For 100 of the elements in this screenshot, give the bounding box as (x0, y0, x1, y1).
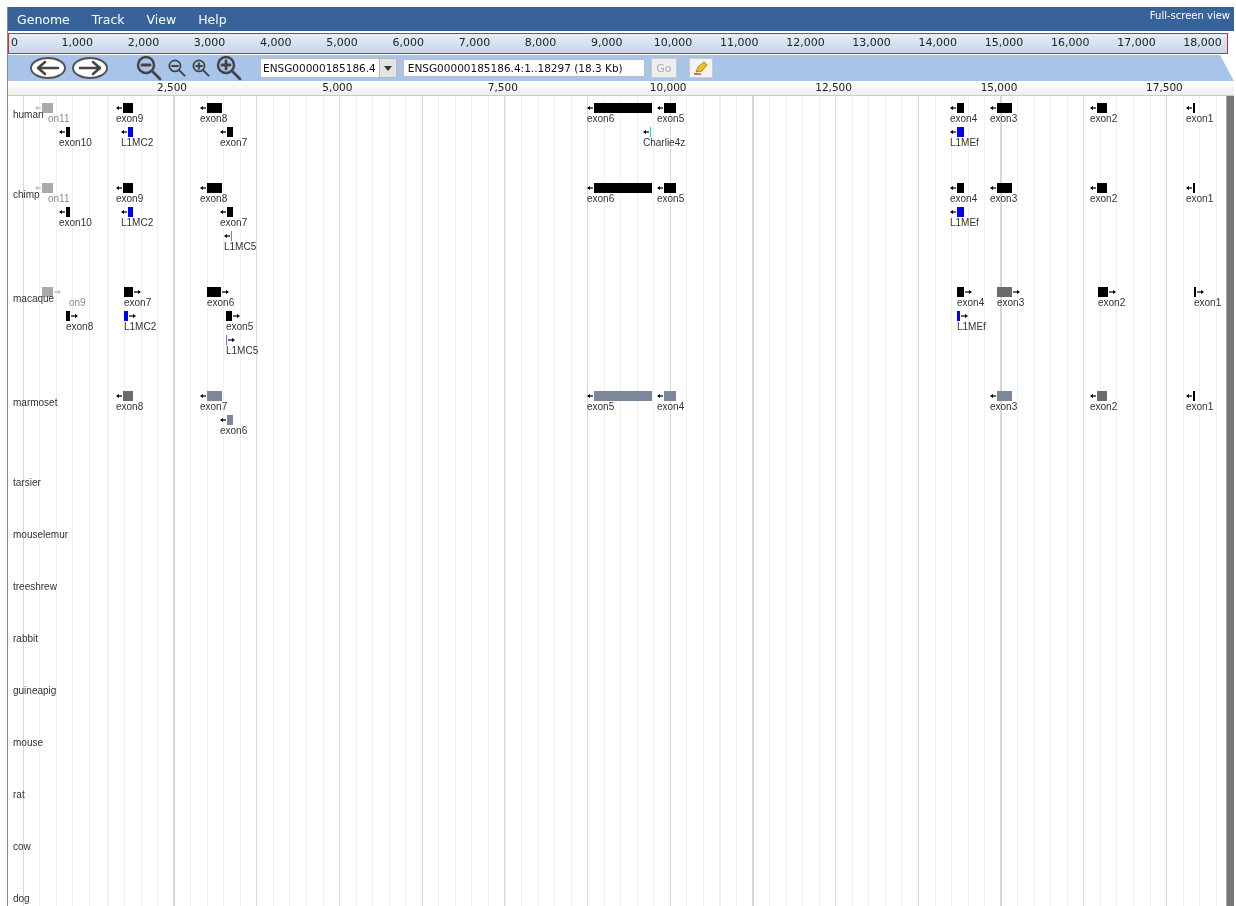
feature-label: exon2 (1090, 113, 1118, 124)
feature-label: exon1 (1186, 193, 1214, 204)
ruler-label: 12,500 (815, 81, 852, 93)
feature-label: exon7 (200, 401, 228, 412)
menu-item[interactable]: Help (198, 11, 237, 27)
feature-label: exon7 (220, 137, 248, 148)
feature-label: exon1 (1186, 401, 1214, 412)
feature-label: L1MC2 (124, 321, 157, 332)
ruler-label: 7,500 (487, 81, 518, 93)
feature-label: exon8 (200, 193, 228, 204)
forward-button[interactable] (72, 57, 108, 79)
feature-label: on11 (48, 193, 70, 204)
overview-ruler[interactable]: 0 1,000 2,000 3,000 4,000 5,000 6,000 7,000 8,000 9,000 10,000 11,000 12,000 13,000 14,000 15,000 16,000 17,000 18,000 (8, 33, 1228, 54)
track-label[interactable]: guineapig (11, 683, 59, 699)
feature-label: exon6 (587, 113, 615, 124)
track-label[interactable]: dog (11, 891, 32, 906)
ruler-label: 12,000 (786, 36, 825, 49)
feature-label: exon6 (220, 425, 248, 436)
back-button[interactable] (30, 57, 66, 79)
track-label[interactable]: tarsier (11, 475, 43, 491)
ruler-label: 14,000 (918, 36, 958, 49)
ruler-label: 10,000 (649, 81, 687, 93)
caret-icon (378, 59, 396, 77)
track-label[interactable]: marmoset (11, 395, 60, 411)
ruler-label: 4,000 (260, 36, 292, 49)
feature-label: exon4 (950, 193, 978, 204)
ruler-label: 3,000 (193, 36, 226, 49)
feature-label: exon3 (997, 297, 1025, 308)
feature-label: L1MC5 (224, 241, 257, 252)
track-label[interactable]: rat (11, 787, 27, 803)
feature-label: L1MEf (957, 321, 986, 332)
feature-label: exon6 (587, 193, 615, 204)
feature-label: exon8 (200, 113, 228, 124)
reference-select[interactable]: ENSG00000185186.4 (260, 58, 397, 78)
feature-label: exon8 (116, 401, 144, 412)
feature-label: on9 (69, 297, 86, 308)
exon-block[interactable] (42, 287, 53, 297)
ruler-label: 15,000 (980, 81, 1018, 93)
feature-label: exon9 (116, 113, 144, 124)
feature-label: exon4 (950, 113, 978, 124)
feature-label: exon3 (990, 193, 1018, 204)
feature-label: exon7 (220, 217, 248, 228)
ruler-label: 1,000 (61, 36, 93, 49)
ruler-label: 7,000 (458, 36, 491, 49)
zoom-out-icon[interactable] (136, 55, 162, 81)
feature-label: on11 (48, 113, 70, 124)
ruler-label: 2,000 (127, 36, 160, 49)
feature-label: exon5 (657, 113, 685, 124)
feature-label: exon9 (116, 193, 144, 204)
track-label[interactable]: mouse (11, 735, 45, 751)
ruler-label: 5,000 (326, 36, 358, 49)
ruler-label: 16,000 (1050, 36, 1090, 49)
feature-label: exon4 (957, 297, 985, 308)
zoom-out-icon[interactable] (168, 59, 186, 77)
ruler-label: 8,000 (524, 36, 557, 49)
ruler-label: 5,000 (322, 81, 353, 93)
menu-item[interactable]: View (146, 11, 187, 27)
feature-label: exon7 (124, 297, 152, 308)
menu-item[interactable]: Track (91, 11, 135, 27)
feature-label: exon5 (226, 321, 254, 332)
location-field[interactable]: ENSG00000185186.4:1..18297 (18.3 Kb) (402, 59, 645, 77)
zoom-in-icon[interactable] (192, 59, 210, 77)
full-screen-link[interactable]: Full-screen view (1149, 10, 1230, 21)
ruler-label: 17,000 (1117, 36, 1156, 49)
scrollbar[interactable] (1226, 96, 1234, 906)
menu-item[interactable]: Genome (17, 11, 80, 27)
track-label[interactable]: cow (11, 839, 33, 855)
feature-label: L1MEf (950, 217, 979, 228)
ruler-label: 13,000 (852, 36, 891, 49)
ruler-label: 6,000 (392, 36, 424, 49)
feature-label: exon3 (990, 401, 1018, 412)
track-label[interactable]: human (11, 107, 46, 123)
track-label[interactable]: macaque (11, 291, 57, 307)
track-label[interactable]: chimp (11, 187, 42, 203)
feature-label: exon2 (1090, 401, 1118, 412)
feature-label: exon8 (66, 321, 94, 332)
feature-label: exon10 (59, 217, 92, 228)
ruler-label: 0 (11, 36, 18, 49)
feature-label: exon2 (1090, 193, 1118, 204)
feature-label: Charlie4z (643, 137, 686, 148)
feature-label: L1MEf (950, 137, 979, 148)
ruler-label: 11,000 (719, 36, 759, 49)
ruler-label: 17,500 (1146, 81, 1183, 93)
zoom-in-icon[interactable] (216, 55, 242, 81)
ruler-label: 9,000 (591, 36, 623, 49)
ruler-label: 10,000 (653, 36, 693, 49)
feature-label: L1MC2 (121, 217, 154, 228)
track-label[interactable]: rabbit (11, 631, 40, 647)
feature-label: exon5 (657, 193, 685, 204)
highlight-button[interactable] (688, 58, 713, 78)
feature-label: exon6 (207, 297, 235, 308)
ruler-label: 15,000 (984, 36, 1024, 49)
ruler-label: 2,500 (156, 81, 188, 93)
feature-label: exon1 (1186, 113, 1214, 124)
feature-label: L1MC5 (226, 345, 259, 356)
track-label[interactable]: mouselemur (11, 527, 71, 543)
track-label[interactable]: treeshrew (11, 579, 59, 595)
feature-label: exon1 (1194, 297, 1222, 308)
feature-label: L1MC2 (121, 137, 154, 148)
feature-label: exon5 (587, 401, 615, 412)
